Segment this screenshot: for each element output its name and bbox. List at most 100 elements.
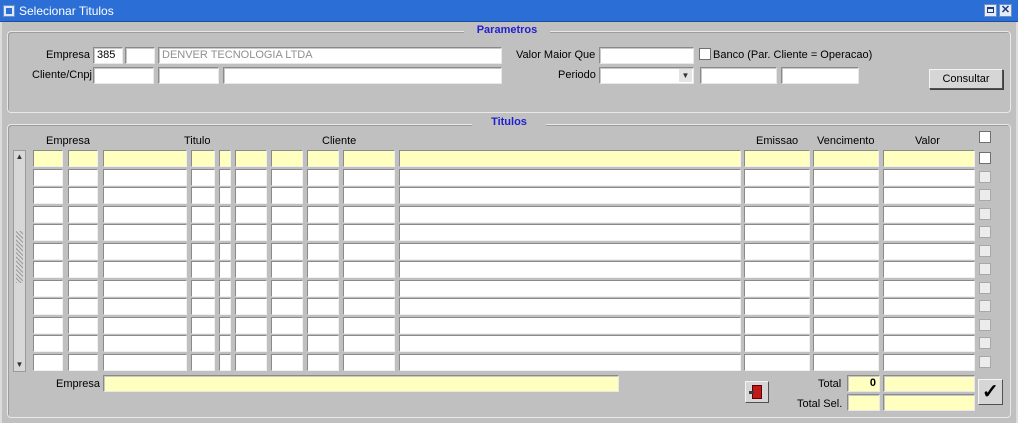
table-cell[interactable] bbox=[68, 279, 98, 297]
table-cell[interactable] bbox=[343, 261, 395, 278]
table-cell[interactable] bbox=[103, 168, 187, 186]
table-cell[interactable] bbox=[219, 150, 231, 167]
table-cell[interactable] bbox=[33, 187, 63, 204]
table-cell[interactable] bbox=[103, 150, 187, 167]
table-cell[interactable] bbox=[343, 335, 395, 352]
table-cell[interactable] bbox=[68, 335, 98, 352]
table-cell[interactable] bbox=[235, 187, 267, 204]
table-cell[interactable] bbox=[883, 242, 975, 260]
periodo-from-field[interactable] bbox=[700, 67, 777, 84]
table-cell[interactable] bbox=[271, 316, 303, 334]
table-cell[interactable] bbox=[33, 150, 63, 167]
table-cell[interactable] bbox=[813, 168, 879, 186]
table-cell[interactable] bbox=[813, 316, 879, 334]
table-cell[interactable] bbox=[813, 353, 879, 371]
table-cell[interactable] bbox=[219, 187, 231, 204]
row-select-checkbox[interactable] bbox=[979, 244, 991, 257]
scroll-grip[interactable] bbox=[16, 231, 23, 283]
table-cell[interactable] bbox=[103, 242, 187, 260]
row-select-checkbox[interactable] bbox=[979, 318, 991, 331]
table-cell[interactable] bbox=[191, 261, 215, 278]
cliente-field-3[interactable] bbox=[223, 67, 502, 84]
table-cell[interactable] bbox=[235, 242, 267, 260]
table-cell[interactable] bbox=[235, 205, 267, 223]
table-cell[interactable] bbox=[399, 150, 741, 167]
table-cell[interactable] bbox=[271, 279, 303, 297]
table-cell[interactable] bbox=[235, 353, 267, 371]
table-cell[interactable] bbox=[68, 187, 98, 204]
table-cell[interactable] bbox=[271, 187, 303, 204]
table-cell[interactable] bbox=[307, 224, 339, 241]
table-cell[interactable] bbox=[744, 150, 810, 167]
table-cell[interactable] bbox=[191, 242, 215, 260]
table-cell[interactable] bbox=[219, 205, 231, 223]
table-cell[interactable] bbox=[744, 279, 810, 297]
table-cell[interactable] bbox=[191, 168, 215, 186]
table-cell[interactable] bbox=[883, 316, 975, 334]
row-select-checkbox[interactable] bbox=[979, 300, 991, 312]
periodo-select[interactable]: ▼ bbox=[599, 67, 694, 84]
cliente-field-2[interactable] bbox=[158, 67, 219, 84]
empresa-extra-field[interactable] bbox=[125, 47, 155, 64]
table-cell[interactable] bbox=[813, 261, 879, 278]
table-cell[interactable] bbox=[219, 353, 231, 371]
table-cell[interactable] bbox=[813, 150, 879, 167]
table-cell[interactable] bbox=[343, 150, 395, 167]
table-cell[interactable] bbox=[219, 279, 231, 297]
table-cell[interactable] bbox=[271, 261, 303, 278]
table-cell[interactable] bbox=[103, 279, 187, 297]
row-select-checkbox[interactable] bbox=[979, 337, 991, 349]
empresa-code-field[interactable]: 385 bbox=[93, 47, 123, 64]
scroll-up-icon[interactable]: ▲ bbox=[14, 151, 25, 163]
table-cell[interactable] bbox=[219, 335, 231, 352]
table-cell[interactable] bbox=[744, 353, 810, 371]
table-cell[interactable] bbox=[219, 261, 231, 278]
table-cell[interactable] bbox=[883, 168, 975, 186]
table-cell[interactable] bbox=[68, 224, 98, 241]
row-select-checkbox[interactable] bbox=[979, 189, 991, 201]
table-cell[interactable] bbox=[235, 150, 267, 167]
chevron-down-icon[interactable]: ▼ bbox=[679, 69, 692, 82]
table-cell[interactable] bbox=[103, 298, 187, 315]
table-cell[interactable] bbox=[813, 279, 879, 297]
banco-checkbox[interactable] bbox=[699, 48, 711, 60]
table-cell[interactable] bbox=[103, 187, 187, 204]
exit-button[interactable] bbox=[745, 381, 769, 403]
table-cell[interactable] bbox=[307, 316, 339, 334]
table-cell[interactable] bbox=[883, 353, 975, 371]
table-cell[interactable] bbox=[343, 205, 395, 223]
table-cell[interactable] bbox=[33, 242, 63, 260]
table-cell[interactable] bbox=[68, 168, 98, 186]
table-cell[interactable] bbox=[68, 298, 98, 315]
table-cell[interactable] bbox=[343, 187, 395, 204]
table-cell[interactable] bbox=[307, 335, 339, 352]
table-cell[interactable] bbox=[307, 353, 339, 371]
table-cell[interactable] bbox=[191, 335, 215, 352]
scroll-down-icon[interactable]: ▼ bbox=[14, 359, 25, 371]
table-cell[interactable] bbox=[219, 242, 231, 260]
table-cell[interactable] bbox=[399, 316, 741, 334]
table-cell[interactable] bbox=[744, 187, 810, 204]
table-cell[interactable] bbox=[399, 224, 741, 241]
table-cell[interactable] bbox=[307, 242, 339, 260]
table-cell[interactable] bbox=[191, 187, 215, 204]
table-cell[interactable] bbox=[103, 335, 187, 352]
row-select-checkbox[interactable] bbox=[979, 226, 991, 238]
table-cell[interactable] bbox=[343, 242, 395, 260]
table-cell[interactable] bbox=[271, 335, 303, 352]
table-cell[interactable] bbox=[343, 168, 395, 186]
table-cell[interactable] bbox=[33, 261, 63, 278]
table-cell[interactable] bbox=[883, 335, 975, 352]
table-cell[interactable] bbox=[235, 279, 267, 297]
consultar-button[interactable]: Consultar bbox=[929, 69, 1003, 89]
table-cell[interactable] bbox=[103, 316, 187, 334]
table-cell[interactable] bbox=[307, 261, 339, 278]
valor-maior-field[interactable] bbox=[599, 47, 694, 64]
table-cell[interactable] bbox=[307, 205, 339, 223]
table-cell[interactable] bbox=[813, 205, 879, 223]
row-select-checkbox[interactable] bbox=[979, 355, 991, 368]
table-cell[interactable] bbox=[68, 205, 98, 223]
periodo-to-field[interactable] bbox=[781, 67, 859, 84]
table-cell[interactable] bbox=[744, 261, 810, 278]
table-cell[interactable] bbox=[343, 224, 395, 241]
